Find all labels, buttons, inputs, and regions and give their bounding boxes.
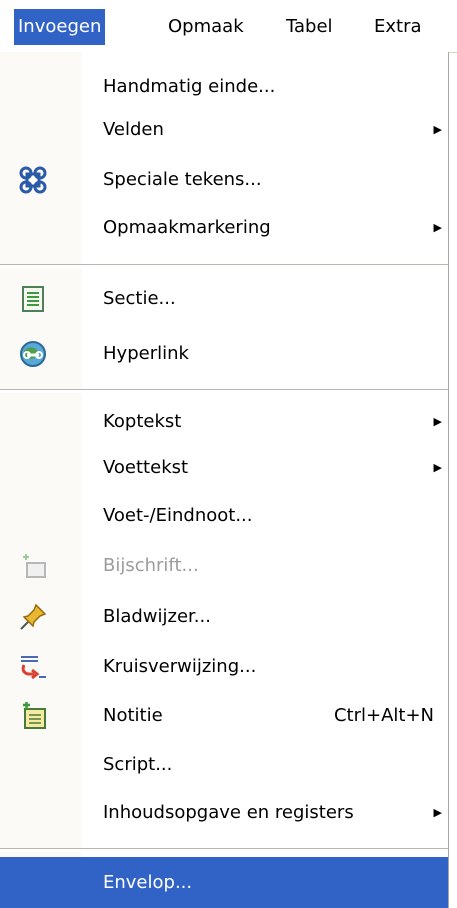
menu-item-speciale-tekens[interactable]: Speciale tekens... bbox=[0, 160, 448, 200]
menu-item-inhoudsopgave-en-registers[interactable]: Inhoudsopgave en registers ▶ bbox=[0, 793, 448, 833]
menu-item-label: Voettekst bbox=[103, 457, 189, 478]
menu-item-script[interactable]: Script... bbox=[0, 745, 448, 785]
menu-item-voettekst[interactable]: Voettekst ▶ bbox=[0, 448, 448, 488]
menu-tabel[interactable]: Tabel bbox=[282, 9, 337, 45]
menu-opmaak[interactable]: Opmaak bbox=[164, 9, 248, 45]
submenu-arrow-icon: ▶ bbox=[433, 806, 442, 819]
menu-item-hyperlink[interactable]: Hyperlink bbox=[0, 334, 448, 374]
menu-invoegen[interactable]: Invoegen bbox=[14, 9, 106, 45]
menu-item-envelop[interactable]: Envelop... bbox=[0, 857, 448, 908]
menu-bar: Invoegen Opmaak Tabel Extra bbox=[0, 0, 457, 53]
menu-item-label: Koptekst bbox=[103, 411, 182, 432]
accelerator-text: Ctrl+Alt+N bbox=[333, 705, 434, 726]
menu-item-label: Velden bbox=[103, 119, 164, 140]
dropdown-border bbox=[448, 52, 449, 908]
menu-item-label: Bijschrift... bbox=[103, 555, 199, 576]
menu-item-label: Speciale tekens... bbox=[103, 169, 262, 190]
menu-item-label: Inhoudsopgave en registers bbox=[103, 802, 354, 823]
menu-item-label: Sectie... bbox=[103, 288, 176, 309]
menu-item-label: Opmaakmarkering bbox=[103, 217, 271, 238]
section-icon bbox=[18, 284, 48, 314]
menu-item-sectie[interactable]: Sectie... bbox=[0, 279, 448, 319]
menu-item-label: Bladwijzer... bbox=[103, 606, 211, 627]
bookmark-pin-icon bbox=[18, 602, 48, 632]
menu-item-notitie[interactable]: Notitie Ctrl+Alt+N bbox=[0, 696, 448, 736]
menu-item-koptekst[interactable]: Koptekst ▶ bbox=[0, 402, 448, 442]
cross-reference-icon bbox=[18, 652, 48, 682]
menu-separator bbox=[0, 264, 448, 268]
menu-item-label: Script... bbox=[103, 754, 173, 775]
menu-extra[interactable]: Extra bbox=[370, 9, 426, 45]
menu-item-label: Notitie bbox=[103, 705, 163, 726]
menu-item-label: Handmatig einde... bbox=[103, 76, 276, 97]
menu-separator bbox=[0, 848, 448, 852]
submenu-arrow-icon: ▶ bbox=[433, 221, 442, 234]
submenu-arrow-icon: ▶ bbox=[433, 123, 442, 136]
menu-item-bijschrift[interactable]: Bijschrift... bbox=[0, 546, 448, 586]
submenu-arrow-icon: ▶ bbox=[433, 461, 442, 474]
note-icon bbox=[18, 701, 48, 731]
menu-item-bladwijzer[interactable]: Bladwijzer... bbox=[0, 597, 448, 637]
menu-item-velden[interactable]: Velden ▶ bbox=[0, 110, 448, 150]
special-characters-icon bbox=[18, 165, 48, 195]
menu-item-label: Voet-/Eindnoot... bbox=[103, 505, 253, 526]
hyperlink-globe-icon bbox=[18, 339, 48, 369]
menu-item-handmatig-einde[interactable]: Handmatig einde... bbox=[0, 67, 448, 107]
invoegen-dropdown-menu: Handmatig einde... Velden ▶ Speciale tek… bbox=[0, 52, 448, 908]
menu-item-voet-eindnoot[interactable]: Voet-/Eindnoot... bbox=[0, 496, 448, 536]
submenu-arrow-icon: ▶ bbox=[433, 415, 442, 428]
menu-item-opmaakmarkering[interactable]: Opmaakmarkering ▶ bbox=[0, 208, 448, 248]
menu-item-label: Envelop... bbox=[103, 872, 193, 893]
menu-item-label: Kruisverwijzing... bbox=[103, 656, 257, 677]
menu-item-label: Hyperlink bbox=[103, 343, 189, 364]
menu-separator bbox=[0, 389, 448, 393]
caption-icon bbox=[18, 551, 48, 581]
menu-item-kruisverwijzing[interactable]: Kruisverwijzing... bbox=[0, 647, 448, 687]
